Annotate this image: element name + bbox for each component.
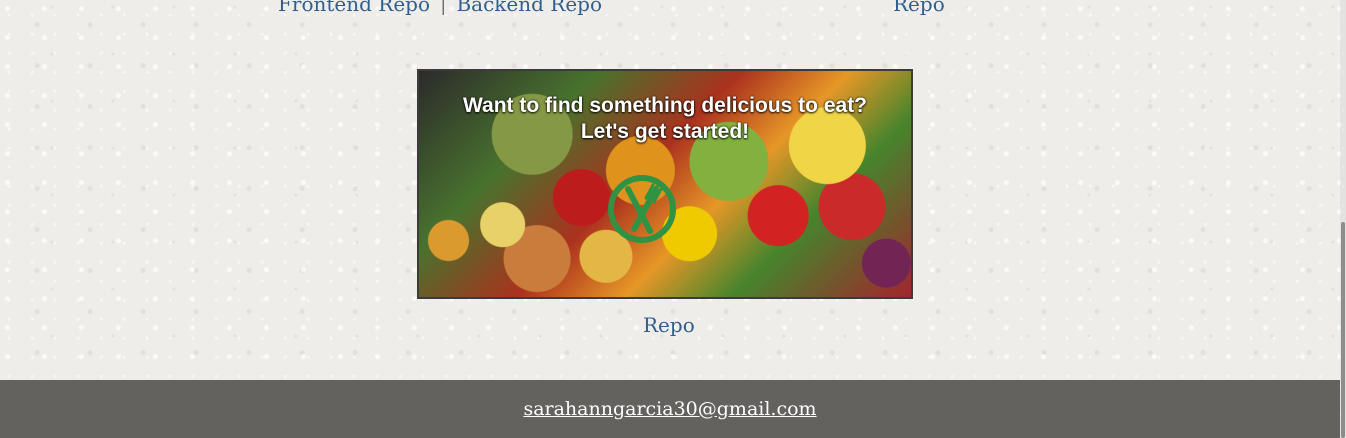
frontend-repo-link[interactable]: Frontend Repo — [278, 0, 430, 16]
fork-knife-icon — [608, 175, 676, 243]
footer-email-link[interactable]: sarahanngarcia30@gmail.com — [523, 399, 816, 419]
backend-repo-link[interactable]: Backend Repo — [456, 0, 602, 16]
top-left-repo-links[interactable]: Frontend Repo | Backend Repo — [278, 0, 602, 15]
banner-subheadline: Let's get started! — [580, 120, 750, 143]
scrollbar-thumb[interactable] — [1341, 222, 1345, 438]
project-repo-link[interactable]: Repo — [643, 315, 695, 335]
project-card-image[interactable]: Want to find something delicious to eat?… — [417, 69, 913, 299]
footer: sarahanngarcia30@gmail.com — [0, 380, 1340, 438]
banner-headline: Want to find something delicious to eat? — [462, 94, 868, 117]
top-right-repo-link[interactable]: Repo — [893, 0, 945, 14]
repo-link-separator: | — [440, 0, 447, 16]
vertical-scrollbar[interactable] — [1340, 0, 1346, 438]
